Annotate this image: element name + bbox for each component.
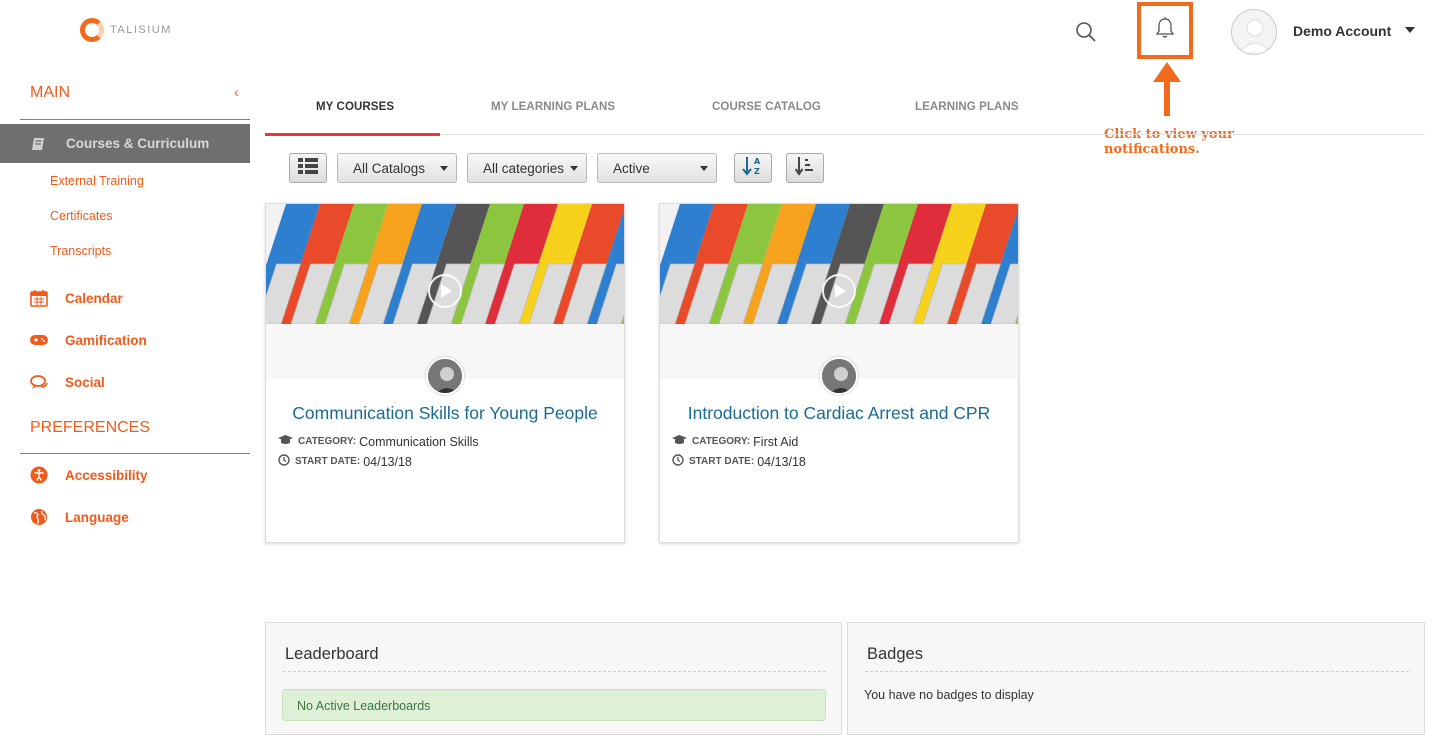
list-view-icon xyxy=(298,157,318,179)
sort-alpha-button[interactable]: AZ xyxy=(734,153,772,183)
sort-order-icon xyxy=(794,156,815,181)
chevron-down-icon xyxy=(570,166,578,171)
course-thumbnail[interactable] xyxy=(660,204,1018,379)
badges-title: Badges xyxy=(867,645,923,663)
category-filter-select[interactable]: All categories xyxy=(467,153,587,183)
category-label: CATEGORY: xyxy=(298,436,357,447)
badges-panel: Badges You have no badges to display xyxy=(847,622,1425,735)
sidebar-item-accessibility[interactable]: Accessibility xyxy=(30,466,148,484)
leaderboard-title: Leaderboard xyxy=(285,645,379,663)
start-date-value: 04/13/18 xyxy=(757,454,806,469)
course-title[interactable]: Communication Skills for Young People xyxy=(266,403,624,424)
play-icon[interactable] xyxy=(428,274,462,308)
chevron-down-icon[interactable] xyxy=(1405,27,1415,33)
accessibility-icon xyxy=(30,466,48,484)
calendar-icon xyxy=(30,289,48,307)
account-name[interactable]: Demo Account xyxy=(1293,23,1391,39)
start-date-value: 04/13/18 xyxy=(363,454,412,469)
svg-text:Z: Z xyxy=(754,167,760,176)
course-card[interactable]: Communication Skills for Young People CA… xyxy=(265,203,625,543)
sort-alpha-icon: AZ xyxy=(742,156,764,181)
course-category: CATEGORY: First Aid xyxy=(672,434,798,449)
sidebar-item-calendar[interactable]: Calendar xyxy=(30,289,123,307)
chevron-down-icon xyxy=(700,166,708,171)
sidebar-item-label: Gamification xyxy=(65,332,147,348)
chevron-down-icon xyxy=(440,166,448,171)
sidebar-item-label: Courses & Curriculum xyxy=(66,136,210,151)
divider xyxy=(283,671,826,672)
start-date-label: START DATE: xyxy=(689,456,755,467)
chevron-left-icon[interactable]: ‹ xyxy=(234,84,239,100)
divider xyxy=(865,671,1409,672)
select-value: Active xyxy=(613,160,650,176)
sidebar-item-gamification[interactable]: Gamification xyxy=(30,331,147,349)
sidebar-item-label: Calendar xyxy=(65,290,123,306)
bell-icon xyxy=(1154,16,1176,45)
course-title[interactable]: Introduction to Cardiac Arrest and CPR xyxy=(660,403,1018,424)
sidebar-item-label: Language xyxy=(65,509,129,525)
clock-icon xyxy=(278,454,290,469)
select-value: All categories xyxy=(483,160,565,176)
sidebar-item-certificates[interactable]: Certificates xyxy=(50,209,113,223)
graduation-cap-icon xyxy=(672,434,687,449)
search-icon[interactable] xyxy=(1074,20,1098,44)
leaderboard-panel: Leaderboard No Active Leaderboards xyxy=(265,622,842,735)
tab-course-catalog[interactable]: COURSE CATALOG xyxy=(712,101,821,113)
course-start-date: START DATE: 04/13/18 xyxy=(278,454,412,469)
category-value: First Aid xyxy=(753,434,799,449)
sidebar-heading-preferences: PREFERENCES xyxy=(30,419,151,436)
chat-icon xyxy=(30,373,48,391)
catalog-filter-select[interactable]: All Catalogs xyxy=(337,153,457,183)
play-icon[interactable] xyxy=(822,274,856,308)
sidebar-item-external-training[interactable]: External Training xyxy=(50,174,144,188)
gamepad-icon xyxy=(30,331,48,349)
svg-text:A: A xyxy=(754,157,761,166)
sidebar-item-transcripts[interactable]: Transcripts xyxy=(50,244,111,258)
tab-my-learning-plans[interactable]: MY LEARNING PLANS xyxy=(491,101,615,113)
tab-learning-plans[interactable]: LEARNING PLANS xyxy=(915,101,1019,113)
status-filter-select[interactable]: Active xyxy=(597,153,717,183)
sidebar: MAIN ‹ Courses & Curriculum External Tra… xyxy=(0,0,250,735)
badges-empty-text: You have no badges to display xyxy=(864,688,1034,702)
divider xyxy=(20,453,250,454)
instructor-avatar xyxy=(820,357,858,395)
category-label: CATEGORY: xyxy=(692,436,751,447)
sort-order-button[interactable] xyxy=(786,153,824,183)
divider xyxy=(20,119,250,120)
sidebar-heading-main: MAIN xyxy=(30,84,70,101)
active-tab-indicator xyxy=(265,133,440,136)
course-thumbnail[interactable] xyxy=(266,204,624,379)
category-value: Communication Skills xyxy=(359,434,479,449)
tab-my-courses[interactable]: MY COURSES xyxy=(316,101,394,113)
book-icon xyxy=(30,135,48,153)
sidebar-item-social[interactable]: Social xyxy=(30,373,105,391)
graduation-cap-icon xyxy=(278,434,293,449)
globe-icon xyxy=(30,508,48,526)
leaderboard-empty-alert: No Active Leaderboards xyxy=(282,689,826,721)
clock-icon xyxy=(672,454,684,469)
course-category: CATEGORY: Communication Skills xyxy=(278,434,479,449)
callout-arrow-shaft xyxy=(1164,78,1170,116)
avatar[interactable] xyxy=(1231,9,1277,55)
sidebar-item-label: Accessibility xyxy=(65,467,148,483)
sidebar-item-language[interactable]: Language xyxy=(30,508,129,526)
notifications-button[interactable] xyxy=(1137,2,1193,59)
view-toggle-button[interactable] xyxy=(289,153,327,183)
course-card[interactable]: Introduction to Cardiac Arrest and CPR C… xyxy=(659,203,1019,543)
course-start-date: START DATE: 04/13/18 xyxy=(672,454,806,469)
sidebar-item-courses-curriculum[interactable]: Courses & Curriculum xyxy=(0,124,250,163)
select-value: All Catalogs xyxy=(353,160,426,176)
callout-text: Click to view your notifications. xyxy=(1104,127,1234,157)
instructor-avatar xyxy=(426,357,464,395)
sidebar-item-label: Social xyxy=(65,374,105,390)
start-date-label: START DATE: xyxy=(295,456,361,467)
